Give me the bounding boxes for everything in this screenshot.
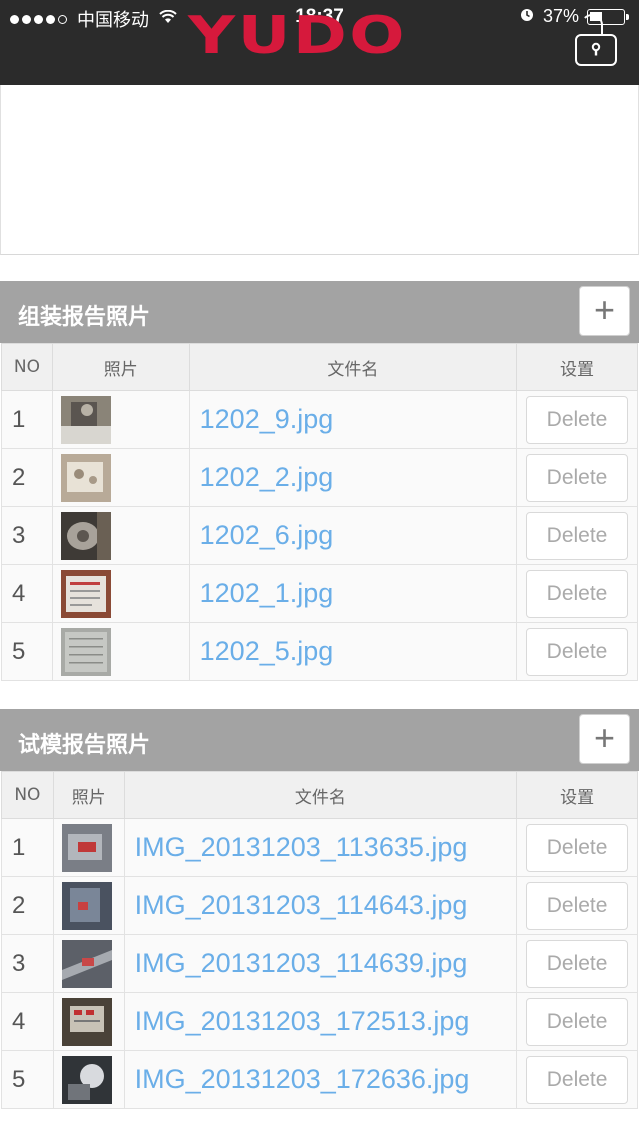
photo-thumbnail[interactable]	[61, 1055, 112, 1104]
file-name-link[interactable]: IMG_20131203_114639.jpg	[123, 934, 518, 993]
row-number: 1	[1, 390, 53, 449]
section-title: 试模报告照片	[18, 733, 151, 758]
column-header-no: NO	[1, 771, 54, 819]
delete-button[interactable]: Delete	[526, 511, 629, 560]
table-row: 5 1202_5.jpg Delete	[1, 622, 638, 681]
row-number: 3	[1, 506, 53, 565]
photo-table-assembly: NO 照片 文件名 设置 1 1202_9.jpg Delete 2 1202_…	[1, 343, 638, 681]
table-header-row: NO 照片 文件名 设置	[1, 343, 638, 391]
section-header-trial: 试模报告照片 +	[0, 709, 639, 771]
delete-button[interactable]: Delete	[526, 395, 629, 444]
blank-panel	[0, 85, 639, 255]
column-header-photo: 照片	[51, 343, 190, 391]
row-number: 1	[1, 818, 54, 877]
file-name-link[interactable]: 1202_2.jpg	[188, 448, 518, 507]
row-number: 4	[1, 564, 53, 623]
file-name-link[interactable]: IMG_20131203_114643.jpg	[123, 876, 518, 935]
table-row: 4 IMG_20131203_172513.jpg Delete	[1, 992, 638, 1051]
column-header-settings: 设置	[516, 771, 638, 819]
column-header-no: NO	[1, 343, 53, 391]
delete-button[interactable]: Delete	[526, 453, 629, 502]
table-row: 3 IMG_20131203_114639.jpg Delete	[1, 934, 638, 993]
file-name-link[interactable]: IMG_20131203_113635.jpg	[123, 818, 518, 877]
delete-button[interactable]: Delete	[526, 823, 629, 872]
delete-button[interactable]: Delete	[526, 997, 629, 1046]
row-number: 5	[1, 1050, 54, 1109]
delete-button[interactable]: Delete	[526, 569, 629, 618]
file-name-link[interactable]: 1202_5.jpg	[188, 622, 518, 681]
photo-thumbnail[interactable]	[60, 569, 111, 618]
photo-thumbnail[interactable]	[60, 627, 111, 676]
table-row: 4 1202_1.jpg Delete	[1, 564, 638, 623]
section-header-assembly: 组装报告照片 +	[0, 281, 639, 343]
delete-button[interactable]: Delete	[526, 627, 629, 676]
photo-table-trial: NO 照片 文件名 设置 1 IMG_20131203_113635.jpg D…	[1, 771, 638, 1109]
file-name-link[interactable]: 1202_9.jpg	[188, 390, 518, 449]
row-number: 4	[1, 992, 54, 1051]
delete-button[interactable]: Delete	[526, 881, 629, 930]
yudo-logo: YUDO	[188, 6, 408, 66]
column-header-filename: 文件名	[188, 343, 518, 391]
row-number: 5	[1, 622, 53, 681]
file-name-link[interactable]: IMG_20131203_172636.jpg	[123, 1050, 518, 1109]
file-name-link[interactable]: IMG_20131203_172513.jpg	[123, 992, 518, 1051]
photo-thumbnail[interactable]	[61, 823, 112, 872]
alarm-icon	[519, 6, 535, 27]
top-bar: 中国移动 18:37 YUDO 37%	[0, 0, 639, 85]
add-photo-button[interactable]: +	[579, 286, 630, 336]
photo-thumbnail[interactable]	[61, 881, 112, 930]
photo-thumbnail[interactable]	[61, 939, 112, 988]
file-name-link[interactable]: 1202_1.jpg	[188, 564, 518, 623]
table-row: 1 IMG_20131203_113635.jpg Delete	[1, 818, 638, 877]
row-number: 2	[1, 448, 53, 507]
lock-icon[interactable]	[575, 34, 617, 66]
row-number: 2	[1, 876, 54, 935]
add-photo-button[interactable]: +	[579, 714, 630, 764]
column-header-photo: 照片	[52, 771, 125, 819]
table-row: 2 1202_2.jpg Delete	[1, 448, 638, 507]
lock-shackle	[581, 14, 603, 36]
status-right: 37%	[519, 6, 629, 27]
table-row: 5 IMG_20131203_172636.jpg Delete	[1, 1050, 638, 1109]
delete-button[interactable]: Delete	[526, 1055, 629, 1104]
file-name-link[interactable]: 1202_6.jpg	[188, 506, 518, 565]
delete-button[interactable]: Delete	[526, 939, 629, 988]
photo-thumbnail[interactable]	[60, 453, 111, 502]
battery-percent: 37%	[542, 6, 579, 26]
row-number: 3	[1, 934, 54, 993]
section-title: 组装报告照片	[18, 305, 151, 330]
photo-thumbnail[interactable]	[61, 997, 112, 1046]
table-row: 2 IMG_20131203_114643.jpg Delete	[1, 876, 638, 935]
table-header-row: NO 照片 文件名 设置	[1, 771, 638, 819]
photo-thumbnail[interactable]	[60, 511, 111, 560]
photo-thumbnail[interactable]	[60, 395, 111, 444]
column-header-filename: 文件名	[123, 771, 518, 819]
table-row: 3 1202_6.jpg Delete	[1, 506, 638, 565]
column-header-settings: 设置	[516, 343, 638, 391]
table-row: 1 1202_9.jpg Delete	[1, 390, 638, 449]
